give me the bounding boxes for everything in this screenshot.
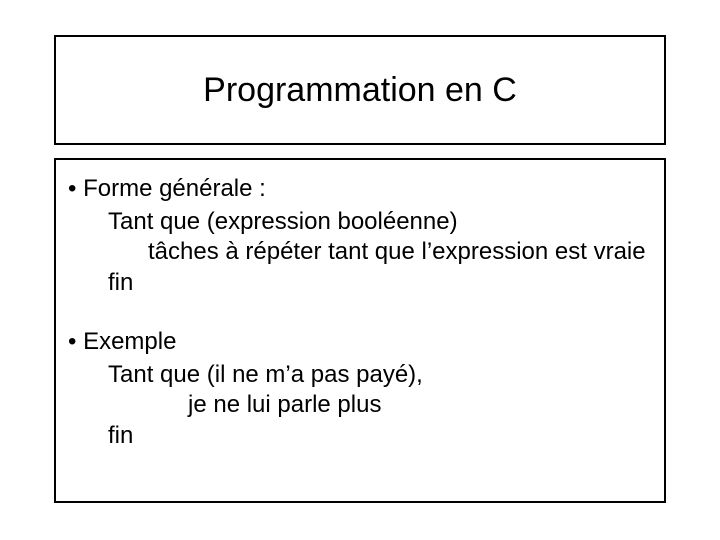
slide-title: Programmation en C [203, 71, 517, 110]
bullet-exemple: • Exemple [68, 327, 652, 358]
forme-line-1: Tant que (expression booléenne) [108, 207, 652, 238]
forme-line-2: tâches à répéter tant que l’expression e… [148, 237, 652, 268]
forme-line-3: fin [108, 268, 652, 299]
title-box: Programmation en C [54, 35, 666, 145]
exemple-line-2: je ne lui parle plus [188, 390, 652, 421]
slide: Programmation en C • Forme générale : Ta… [0, 0, 720, 540]
body-box: • Forme générale : Tant que (expression … [54, 158, 666, 503]
exemple-line-1: Tant que (il ne m’a pas payé), [108, 360, 652, 391]
exemple-line-3: fin [108, 421, 652, 452]
bullet-forme-generale: • Forme générale : [68, 174, 652, 205]
section-spacer [68, 299, 652, 327]
